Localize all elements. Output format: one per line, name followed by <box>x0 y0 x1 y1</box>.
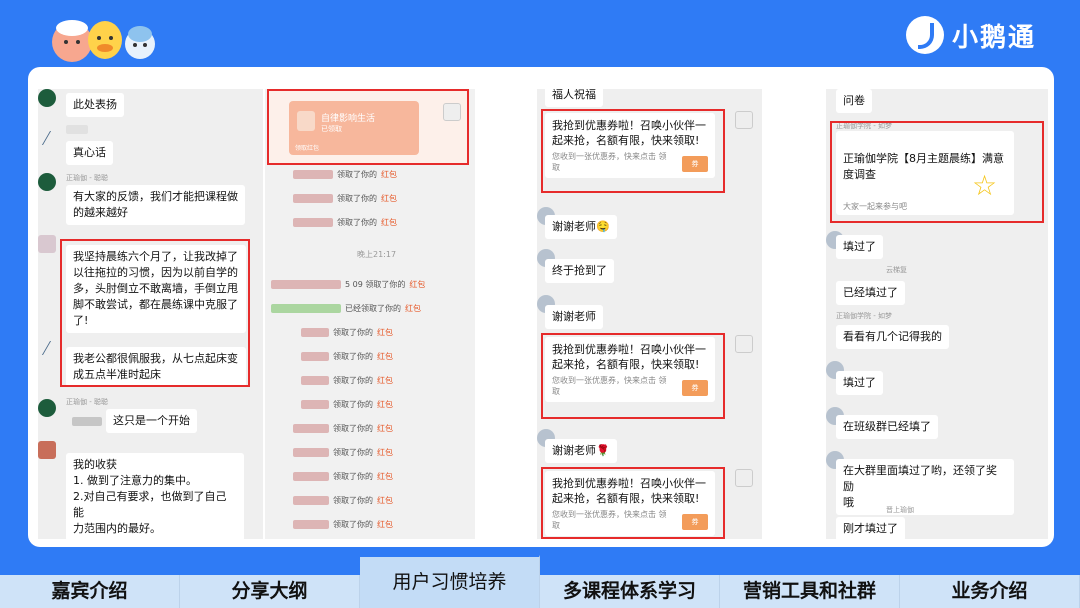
tab-guest-intro[interactable]: 嘉宾介绍 <box>0 575 180 608</box>
avatar <box>735 335 753 353</box>
chat-screenshot-1: 此处表扬 真心话 正瑜伽 - 聪聪 有大家的反馈，我们才能把课程做 的越来越好 … <box>38 89 263 539</box>
section-tabs: 嘉宾介绍 分享大纲 用户习惯培养 多课程体系学习 营销工具和社群 业务介绍 <box>0 555 1080 608</box>
sender-name: 云梯复 <box>886 266 907 274</box>
highlight-box <box>830 121 1044 223</box>
sender-name: 正瑜伽学院 - 如梦 <box>836 312 892 320</box>
chat-message: 谢谢老师🌹 <box>545 439 617 463</box>
goose-logo-icon <box>905 16 944 54</box>
blurred-name <box>66 125 88 134</box>
red-packet-notice: 领取了你的 红包 <box>293 471 393 482</box>
avatar <box>38 235 56 253</box>
chat-message: 问卷 <box>836 89 872 113</box>
red-packet-notice: 领取了你的 红包 <box>301 399 393 410</box>
time-stamp: 晚上21:17 <box>357 250 397 259</box>
chat-message: 在大群里面填过了哟，还领了奖励 哦 <box>836 459 1014 515</box>
chat-screenshot-4: 问卷 正瑜伽学院 - 如梦 正瑜伽学院【8月主题晨练】满意 度调查 大家一起来参… <box>826 89 1048 539</box>
chat-message: 我的收获 1. 做到了注意力的集中。 2.对自己有要求，也做到了自己能 力范围内… <box>66 453 244 539</box>
red-packet-icon <box>297 111 315 131</box>
tab-business-intro[interactable]: 业务介绍 <box>900 575 1080 608</box>
red-packet-notice: 领取了你的 红包 <box>301 375 393 386</box>
blurred-name <box>72 417 102 426</box>
red-packet-notice: 5 09 领取了你的 红包 <box>271 279 425 290</box>
tab-user-habit[interactable]: 用户习惯培养 <box>360 555 540 608</box>
red-packet-notice: 领取了你的 红包 <box>293 519 393 530</box>
red-packet-title: 自律影响生活 <box>321 114 376 124</box>
red-packet-notice: 领取了你的 红包 <box>293 169 397 180</box>
red-packet-notice: 领取了你的 红包 <box>293 447 393 458</box>
tab-sharing-outline[interactable]: 分享大纲 <box>180 575 360 608</box>
avatar <box>735 111 753 129</box>
brand-name: 小鹅通 <box>951 22 1036 53</box>
content-panel: 此处表扬 真心话 正瑜伽 - 聪聪 有大家的反馈，我们才能把课程做 的越来越好 … <box>28 67 1054 547</box>
chat-message: 终于抢到了 <box>545 259 614 283</box>
mascot-illustration <box>52 20 155 62</box>
chat-message: 已经填过了 <box>836 281 905 305</box>
highlight-box <box>541 333 725 419</box>
highlight-box <box>541 109 725 193</box>
chat-message: 真心话 <box>66 141 113 165</box>
chat-message: 填过了 <box>836 235 883 259</box>
chat-message: 填过了 <box>836 371 883 395</box>
highlight-box <box>60 239 250 387</box>
red-packet-card: 自律影响生活 已领取 领取红包 <box>289 101 419 155</box>
red-packet-notice: 领取了你的 红包 <box>293 423 393 434</box>
red-packet-notice: 已经领取了你的 红包 <box>271 303 421 314</box>
avatar <box>443 103 461 121</box>
chat-screenshot-3: 福人祝福 我抢到优惠券啦！召唤小伙伴一 起来抢，名额有限，快来领取! 您收到一张… <box>537 89 762 539</box>
red-packet-notice: 领取了你的 红包 <box>301 351 393 362</box>
chat-message: 谢谢老师🤤 <box>545 215 617 239</box>
chat-message: 看看有几个记得我的 <box>836 325 949 349</box>
red-packet-footer: 领取红包 <box>295 145 320 152</box>
chat-message: 福人祝福 <box>545 89 603 107</box>
chat-message: 此处表扬 <box>66 93 124 117</box>
highlight-box <box>541 467 725 539</box>
chat-message: 谢谢老师 <box>545 305 603 329</box>
tab-multi-course[interactable]: 多课程体系学习 <box>540 575 720 608</box>
chat-message: 刚才填过了 <box>836 517 905 539</box>
red-packet-notice: 领取了你的 红包 <box>293 193 397 204</box>
brand-logo: 小鹅通 <box>905 16 1036 54</box>
chat-screenshot-2: 自律影响生活 已领取 领取红包 领取了你的 红包 领取了你的 红包 领取了你的 红包 … <box>265 89 475 539</box>
chat-message: 在班级群已经填了 <box>836 415 938 439</box>
avatar <box>735 469 753 487</box>
avatar <box>38 399 56 417</box>
sender-name: 正瑜伽 - 聪聪 <box>66 398 108 406</box>
chat-message: 这只是一个开始 <box>106 409 197 433</box>
red-packet-notice: 领取了你的 红包 <box>293 217 397 228</box>
red-packet-status: 已领取 <box>321 125 342 133</box>
red-packet-notice: 领取了你的 红包 <box>301 327 393 338</box>
red-packet-notice: 领取了你的 红包 <box>293 495 393 506</box>
avatar <box>38 89 56 107</box>
chat-message: 有大家的反馈，我们才能把课程做 的越来越好 <box>66 185 245 225</box>
sender-name: 正瑜伽 - 聪聪 <box>66 174 108 182</box>
sender-name: 晋上瑜伽 <box>886 506 914 514</box>
avatar <box>38 441 56 459</box>
avatar <box>38 173 56 191</box>
tab-marketing-tools[interactable]: 营销工具和社群 <box>720 575 900 608</box>
